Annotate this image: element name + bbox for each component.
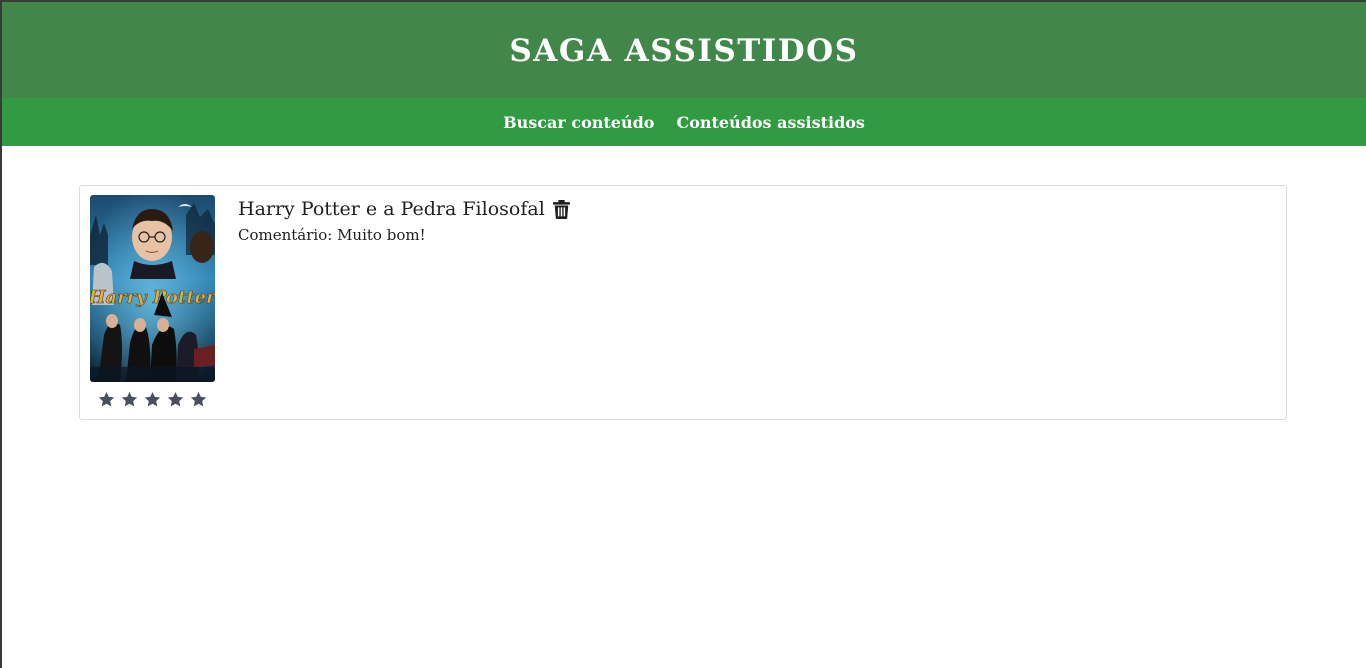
star-icon[interactable] bbox=[189, 390, 208, 409]
movie-poster: Harry Potter bbox=[90, 195, 215, 382]
item-title-row: Harry Potter e a Pedra Filosofal bbox=[238, 198, 570, 220]
star-icon[interactable] bbox=[143, 390, 162, 409]
main-navbar: Buscar conteúdo Conteúdos assistidos bbox=[2, 98, 1366, 146]
comment-text: Muito bom! bbox=[337, 226, 426, 244]
site-title: SAGA ASSISTIDOS bbox=[509, 33, 859, 69]
movie-title: Harry Potter e a Pedra Filosofal bbox=[238, 198, 545, 220]
nav-link-search[interactable]: Buscar conteúdo bbox=[503, 113, 654, 132]
star-rating bbox=[90, 390, 215, 409]
comment-line: Comentário: Muito bom! bbox=[238, 226, 570, 244]
comment-label: Comentário: bbox=[238, 226, 333, 244]
star-icon[interactable] bbox=[97, 390, 116, 409]
item-info: Harry Potter e a Pedra Filosofal Comentá… bbox=[238, 198, 570, 244]
page: SAGA ASSISTIDOS Buscar conteúdo Conteúdo… bbox=[0, 0, 1366, 668]
star-icon[interactable] bbox=[120, 390, 139, 409]
nav-link-watched[interactable]: Conteúdos assistidos bbox=[676, 113, 864, 132]
trash-icon[interactable] bbox=[552, 199, 570, 219]
star-icon[interactable] bbox=[166, 390, 185, 409]
watched-item-card: Harry Potter Harry Potter e a Pedra Filo… bbox=[79, 185, 1287, 420]
site-header: SAGA ASSISTIDOS bbox=[2, 2, 1366, 98]
poster-column: Harry Potter bbox=[90, 195, 215, 409]
poster-title-text: Harry Potter bbox=[90, 287, 215, 308]
